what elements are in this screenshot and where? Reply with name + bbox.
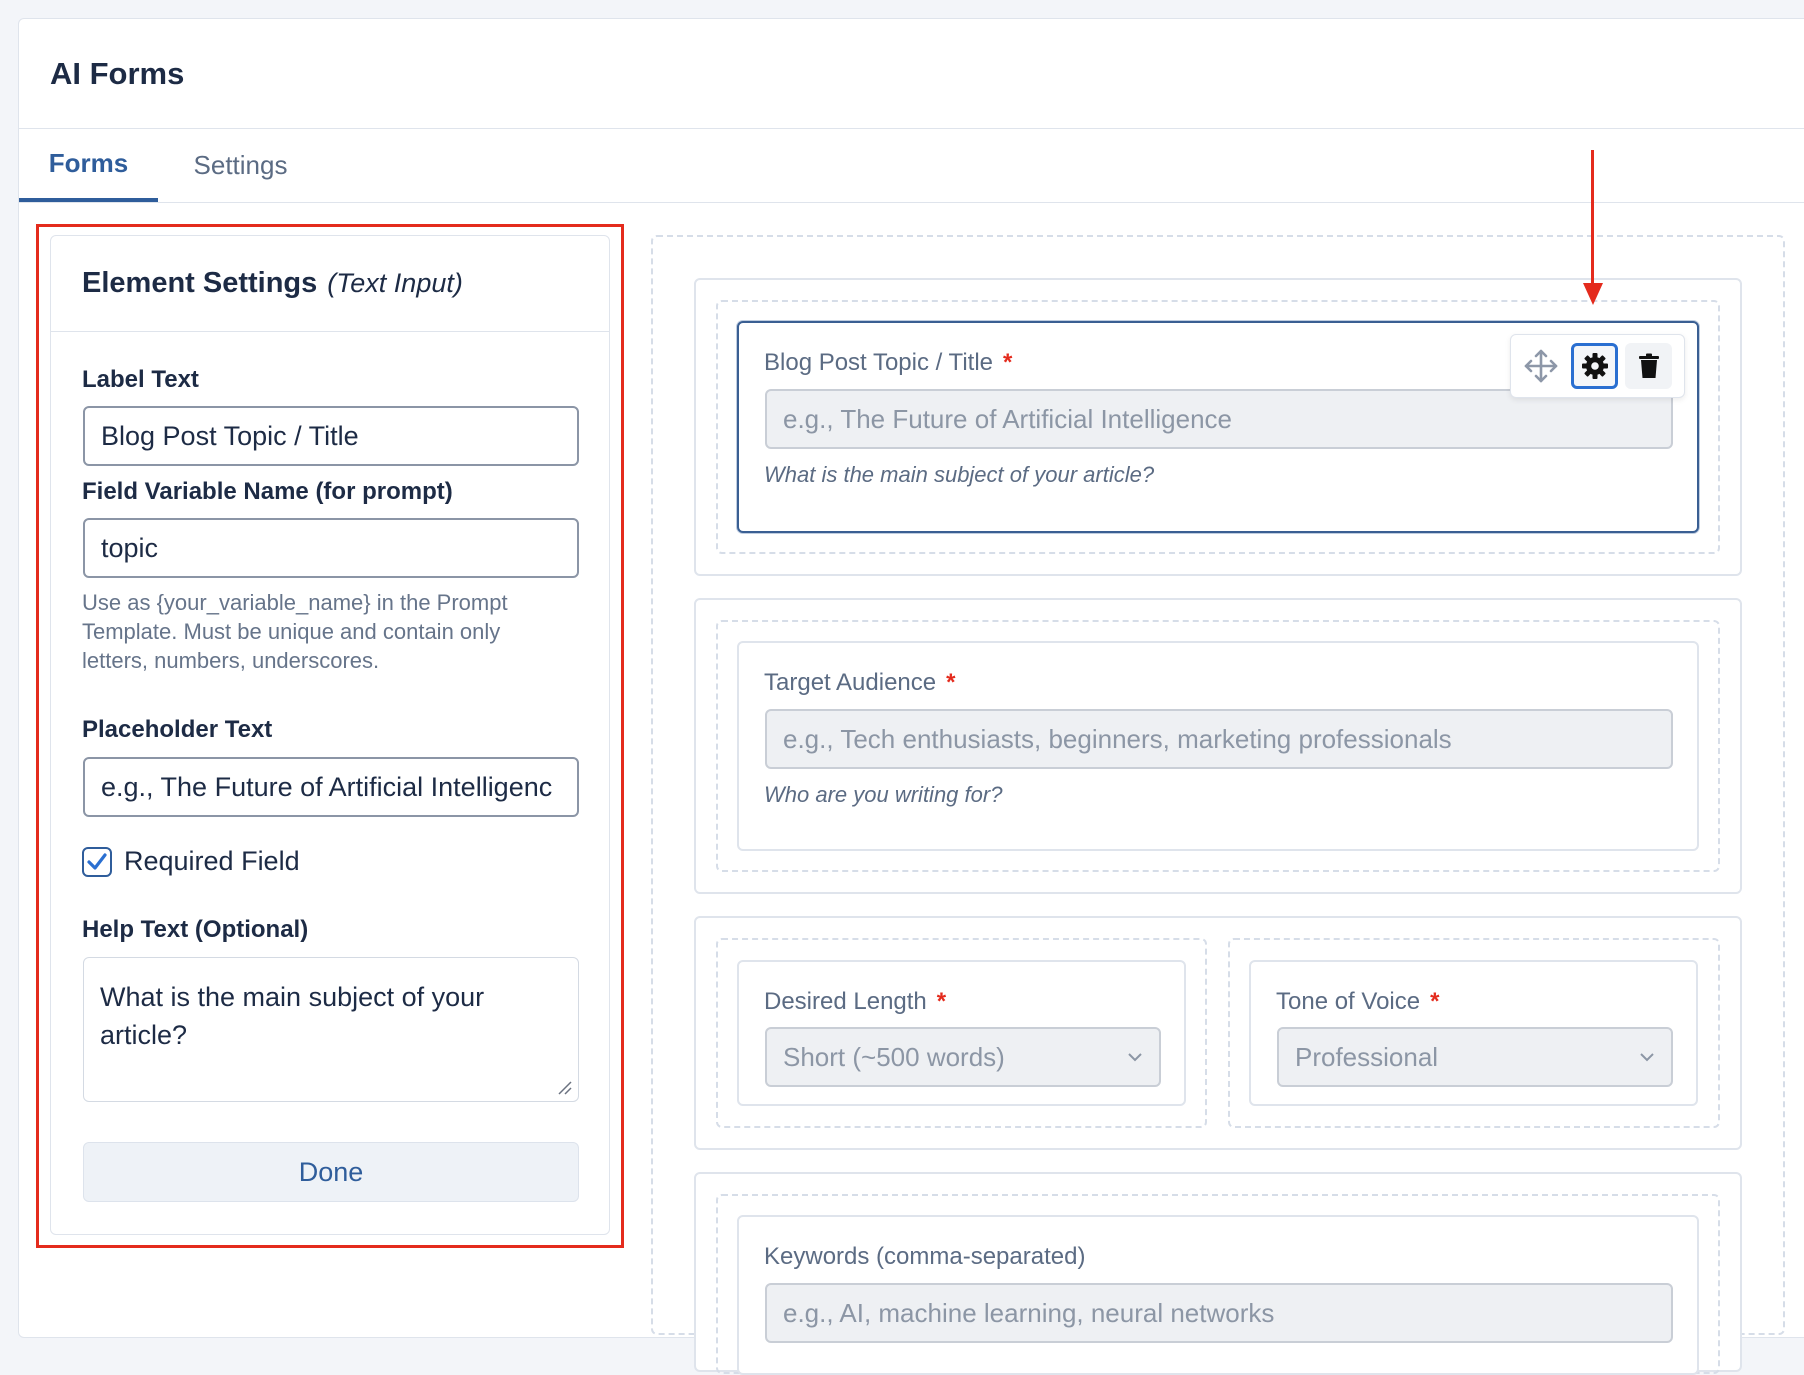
field-card-keywords[interactable]: Keywords (comma-separated) e.g., AI, mac… bbox=[737, 1215, 1699, 1375]
required-mark: * bbox=[936, 988, 947, 1015]
done-button[interactable]: Done bbox=[83, 1142, 579, 1202]
field-label-audience: Target Audience * bbox=[764, 669, 955, 697]
field-label-audience-text: Target Audience bbox=[764, 669, 937, 696]
placeholder-text-label: Placeholder Text bbox=[82, 716, 273, 743]
field-label-length: Desired Length * bbox=[764, 988, 946, 1016]
delete-button[interactable] bbox=[1625, 343, 1672, 389]
field-help-topic: What is the main subject of your article… bbox=[764, 462, 1155, 487]
field-card-audience[interactable]: Target Audience * e.g., Tech enthusiasts,… bbox=[737, 641, 1699, 851]
field-input-audience[interactable]: e.g., Tech enthusiasts, beginners, marke… bbox=[765, 709, 1673, 769]
element-settings-subtitle: (Text Input) bbox=[327, 268, 463, 298]
element-toolbar bbox=[1510, 334, 1685, 398]
field-select-length[interactable]: Short (~500 words) bbox=[765, 1027, 1161, 1087]
gear-icon bbox=[1581, 353, 1608, 379]
help-text-label: Help Text (Optional) bbox=[82, 916, 309, 943]
field-card-length[interactable]: Desired Length * Short (~500 words) bbox=[737, 960, 1186, 1106]
help-text-value: What is the main subject of your article… bbox=[100, 982, 485, 1050]
settings-button[interactable] bbox=[1571, 343, 1618, 389]
required-mark: * bbox=[1003, 349, 1013, 376]
field-select-tone[interactable]: Professional bbox=[1277, 1027, 1673, 1087]
variable-name-label: Field Variable Name (for prompt) bbox=[82, 478, 453, 505]
app-title: AI Forms bbox=[50, 55, 185, 91]
tab-bar: Forms Settings bbox=[19, 129, 1804, 203]
field-label-tone-text: Tone of Voice bbox=[1276, 988, 1421, 1015]
label-text-label: Label Text bbox=[82, 366, 199, 393]
required-field-label: Required Field bbox=[124, 846, 300, 876]
element-settings-panel: Element Settings (Text Input) Label Text… bbox=[50, 235, 610, 1235]
move-icon bbox=[1524, 349, 1557, 383]
annotation-arrow-head bbox=[1583, 283, 1603, 305]
annotation-arrow-line bbox=[1591, 150, 1594, 285]
app-header: AI Forms bbox=[19, 19, 1804, 129]
field-input-keywords[interactable]: e.g., AI, machine learning, neural netwo… bbox=[765, 1283, 1673, 1343]
variable-name-hint: Use as {your_variable_name} in the Promp… bbox=[82, 590, 508, 673]
element-settings-header: Element Settings (Text Input) bbox=[51, 236, 609, 332]
field-select-tone-value: Professional bbox=[1295, 1041, 1439, 1072]
required-mark: * bbox=[1430, 988, 1440, 1015]
field-select-length-value: Short (~500 words) bbox=[783, 1041, 1005, 1072]
field-input-topic[interactable]: e.g., The Future of Artificial Intellige… bbox=[765, 389, 1673, 449]
required-checkbox[interactable] bbox=[82, 846, 112, 877]
field-label-tone: Tone of Voice * bbox=[1276, 988, 1439, 1016]
required-mark: * bbox=[946, 669, 956, 696]
move-handle[interactable] bbox=[1517, 343, 1564, 389]
field-label-keywords: Keywords (comma-separated) bbox=[764, 1243, 1086, 1270]
required-field-row[interactable]: Required Field bbox=[82, 846, 300, 877]
tab-settings[interactable]: Settings bbox=[158, 129, 323, 202]
variable-name-input[interactable]: topic bbox=[83, 518, 579, 578]
checkmark-icon bbox=[87, 852, 107, 870]
field-card-tone[interactable]: Tone of Voice * Professional bbox=[1249, 960, 1698, 1106]
field-label-topic-text: Blog Post Topic / Title bbox=[764, 349, 994, 376]
trash-icon bbox=[1638, 353, 1659, 378]
label-text-input[interactable]: Blog Post Topic / Title bbox=[83, 406, 579, 466]
element-settings-title: Element Settings bbox=[82, 267, 318, 299]
help-text-textarea[interactable]: What is the main subject of your article… bbox=[83, 957, 579, 1102]
chevron-down-icon bbox=[1640, 1053, 1654, 1062]
chevron-down-icon bbox=[1128, 1053, 1142, 1062]
resize-grip-icon[interactable] bbox=[556, 1079, 572, 1095]
field-label-length-text: Desired Length bbox=[764, 988, 927, 1015]
field-help-audience: Who are you writing for? bbox=[764, 782, 1003, 807]
placeholder-text-input[interactable]: e.g., The Future of Artificial Intellige… bbox=[83, 757, 579, 817]
tab-forms[interactable]: Forms bbox=[19, 129, 158, 202]
field-label-topic: Blog Post Topic / Title * bbox=[764, 349, 1012, 377]
